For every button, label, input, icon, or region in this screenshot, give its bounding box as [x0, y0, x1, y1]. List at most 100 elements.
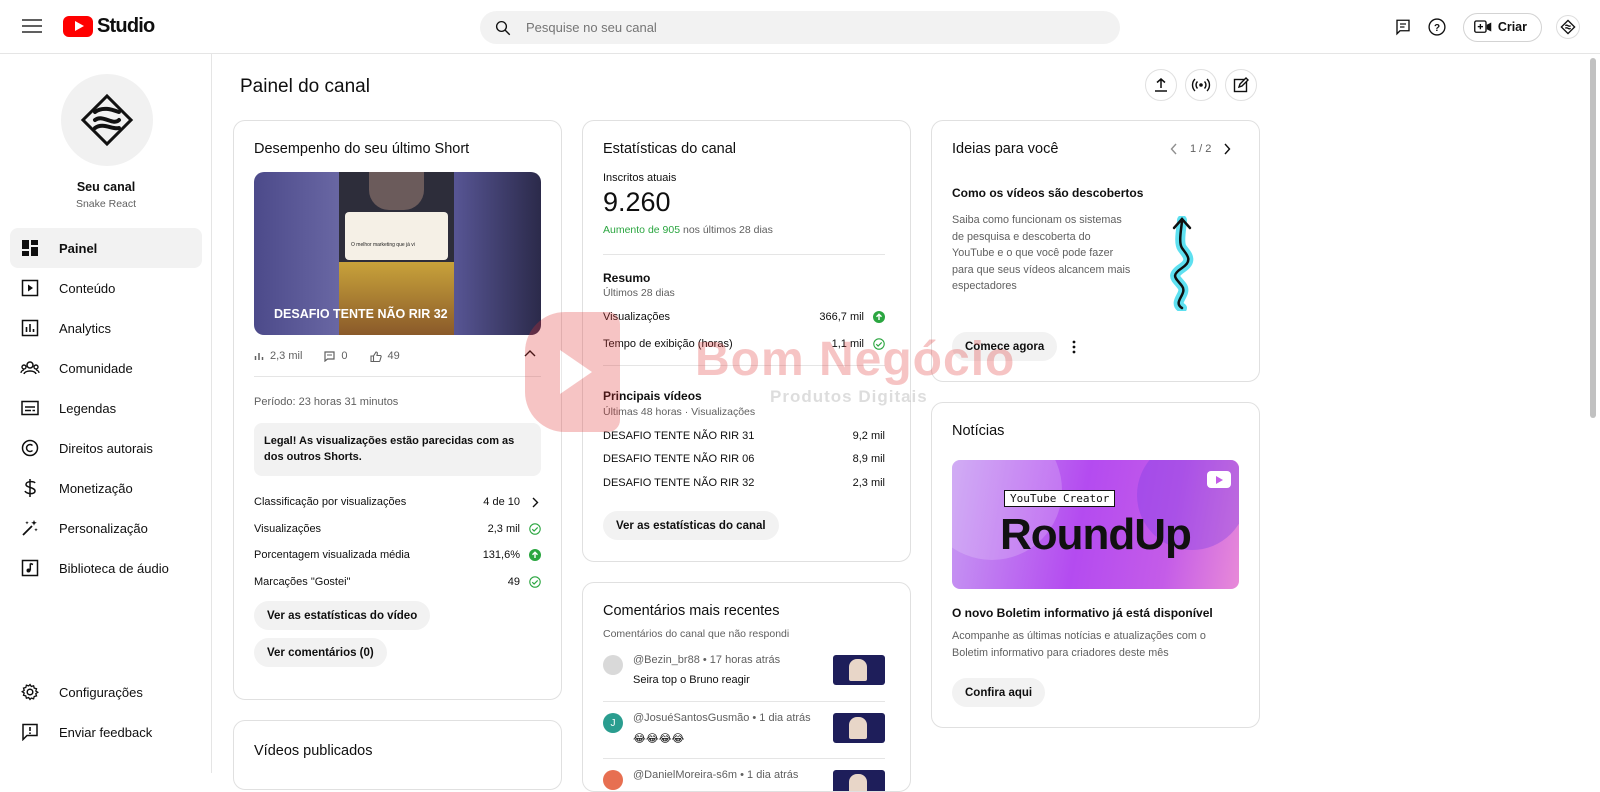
thumbnail-post: O melhor marketing que já vi: [345, 212, 448, 260]
messages-icon[interactable]: [1391, 15, 1415, 39]
stat-label: Visualizações: [603, 311, 671, 324]
sidebar-item-label: Biblioteca de áudio: [59, 560, 169, 576]
chevron-left-icon[interactable]: [1170, 143, 1178, 155]
sidebar-item-direitos-autorais[interactable]: Direitos autorais: [10, 428, 202, 468]
logo-text: Studio: [97, 15, 155, 37]
sidebar-item-biblioteca-de-audio[interactable]: Biblioteca de áudio: [10, 548, 202, 588]
view-comments-button[interactable]: Ver comentários (0): [254, 638, 387, 667]
comments-metric: 0: [324, 350, 348, 362]
sidebar-item-label: Monetização: [59, 480, 133, 496]
stat-label: Marcações "Gostei": [254, 575, 351, 588]
search-input[interactable]: [526, 20, 1086, 35]
sidebar-item-comunidade[interactable]: Comunidade: [10, 348, 202, 388]
chevron-right-icon[interactable]: [1223, 143, 1231, 155]
upload-button[interactable]: [1145, 69, 1177, 101]
news-banner[interactable]: YouTube Creator RoundUp: [952, 460, 1239, 589]
stat-value: 1,1 mil: [831, 337, 864, 350]
more-options-icon[interactable]: [1071, 339, 1077, 355]
top-video-row[interactable]: DESAFIO TENTE NÃO RIR 06 8,9 mil: [603, 448, 885, 472]
start-now-button[interactable]: Comece agora: [952, 332, 1058, 361]
channel-stats-button[interactable]: Ver as estatísticas do canal: [603, 511, 779, 540]
comment-item[interactable]: @Bezin_br88 • 17 horas atrás Seira top o…: [603, 651, 885, 707]
sidebar-item-painel[interactable]: Painel: [10, 228, 202, 268]
top-video-row[interactable]: DESAFIO TENTE NÃO RIR 32 2,3 mil: [603, 471, 885, 495]
channel-avatar[interactable]: [61, 74, 153, 166]
card-title: Comentários mais recentes: [603, 603, 780, 619]
top-video-views: 9,2 mil: [852, 429, 885, 442]
sidebar-item-conteudo[interactable]: Conteúdo: [10, 268, 202, 308]
stat-value: 131,6%: [482, 549, 520, 562]
sidebar-item-monetizacao[interactable]: Monetização: [10, 468, 202, 508]
dollar-icon: [20, 478, 40, 498]
sidebar-item-enviar-feedback[interactable]: Enviar feedback: [10, 712, 202, 752]
top-video-title: DESAFIO TENTE NÃO RIR 32: [603, 476, 755, 489]
short-metrics: 2,3 mil 0 49: [254, 350, 400, 362]
comment-icon: [324, 350, 336, 362]
creator-face: [369, 172, 424, 210]
comment-meta: @DanielMoreira-s6m • 1 dia atrás: [633, 769, 799, 781]
comment-item[interactable]: J @JosuéSantosGusmão • 1 dia atrás 😂😂😂😂: [603, 709, 885, 765]
help-icon[interactable]: ?: [1425, 15, 1449, 39]
chevron-up-icon[interactable]: [524, 349, 536, 359]
comment-video-thumbnail: [833, 770, 885, 791]
comment-item[interactable]: @DanielMoreira-s6m • 1 dia atrás: [603, 766, 885, 791]
growth-rest: nos últimos 28 dias: [680, 224, 773, 236]
growth-highlight: Aumento de 905: [603, 224, 681, 236]
video-stats-button[interactable]: Ver as estatísticas do vídeo: [254, 601, 431, 630]
ideas-pager: 1 / 2: [1170, 143, 1231, 155]
channel-name: Snake React: [75, 198, 137, 210]
hamburger-menu-icon[interactable]: [20, 15, 44, 39]
stat-value: 366,7 mil: [819, 311, 864, 324]
comment-text: 😂😂😂😂: [633, 733, 685, 745]
sidebar-item-label: Comunidade: [59, 360, 133, 376]
thumbnail-background: [339, 262, 454, 335]
sidebar-item-label: Painel: [59, 240, 98, 256]
dashboard-icon: [20, 238, 40, 258]
sidebar-item-label: Enviar feedback: [59, 724, 153, 740]
news-card: Notícias YouTube Creator RoundUp O novo …: [931, 402, 1260, 728]
stat-value: 49: [507, 575, 520, 588]
page-scrollbar[interactable]: [1590, 58, 1596, 418]
subscribers-value: 9.260: [603, 187, 671, 217]
sidebar-item-legendas[interactable]: Legendas: [10, 388, 202, 428]
published-videos-card: Vídeos publicados: [233, 720, 562, 790]
go-live-button[interactable]: [1185, 69, 1217, 101]
bar-chart-icon: [254, 353, 264, 360]
sidebar-item-label: Legendas: [59, 400, 117, 416]
check-circle-icon: [528, 522, 541, 535]
sidebar-item-configuracoes[interactable]: Configurações: [10, 672, 202, 712]
copyright-icon: [20, 438, 40, 458]
summary-title: Resumo: [603, 271, 651, 285]
account-avatar[interactable]: [1556, 15, 1580, 39]
sidebar-item-analytics[interactable]: Analytics: [10, 308, 202, 348]
search-bar[interactable]: [480, 11, 1120, 44]
divider: [603, 758, 885, 759]
sidebar-item-personalizacao[interactable]: Personalização: [10, 508, 202, 548]
card-title: Estatísticas do canal: [603, 141, 736, 157]
stat-value: 2,3 mil: [487, 522, 520, 535]
create-button[interactable]: Criar: [1462, 12, 1542, 42]
news-body: Acompanhe as últimas notícias e atualiza…: [952, 630, 1206, 659]
comment-video-thumbnail: [833, 713, 885, 743]
short-thumbnail[interactable]: O melhor marketing que já vi DESAFIO TEN…: [254, 172, 541, 335]
divider: [603, 254, 885, 255]
banner-title: RoundUp: [1000, 510, 1192, 559]
sidebar-item-label: Configurações: [59, 684, 143, 700]
snake-logo-icon: [80, 93, 134, 147]
search-icon: [495, 20, 511, 35]
check-here-button[interactable]: Confira aqui: [952, 678, 1046, 707]
sidebar-nav: Painel Conteúdo Analytics Comunidade Leg…: [10, 228, 202, 588]
top-video-title: DESAFIO TENTE NÃO RIR 06: [603, 453, 755, 466]
sidebar-item-label: Direitos autorais: [59, 440, 153, 456]
divider: [603, 701, 885, 702]
stat-row-views: Visualizações 2,3 mil: [254, 516, 541, 543]
short-performance-card: Desempenho do seu último Short O melhor …: [233, 120, 562, 700]
card-title: Vídeos publicados: [254, 743, 373, 759]
stat-row-ranking[interactable]: Classificação por visualizações 4 de 10: [254, 489, 541, 516]
pager-text: 1 / 2: [1190, 143, 1212, 155]
create-post-button[interactable]: [1225, 69, 1257, 101]
studio-logo[interactable]: Studio: [63, 15, 155, 38]
top-video-row[interactable]: DESAFIO TENTE NÃO RIR 31 9,2 mil: [603, 424, 885, 448]
comment-video-thumbnail: [833, 655, 885, 685]
short-stats-list: Classificação por visualizações 4 de 10 …: [254, 489, 541, 595]
